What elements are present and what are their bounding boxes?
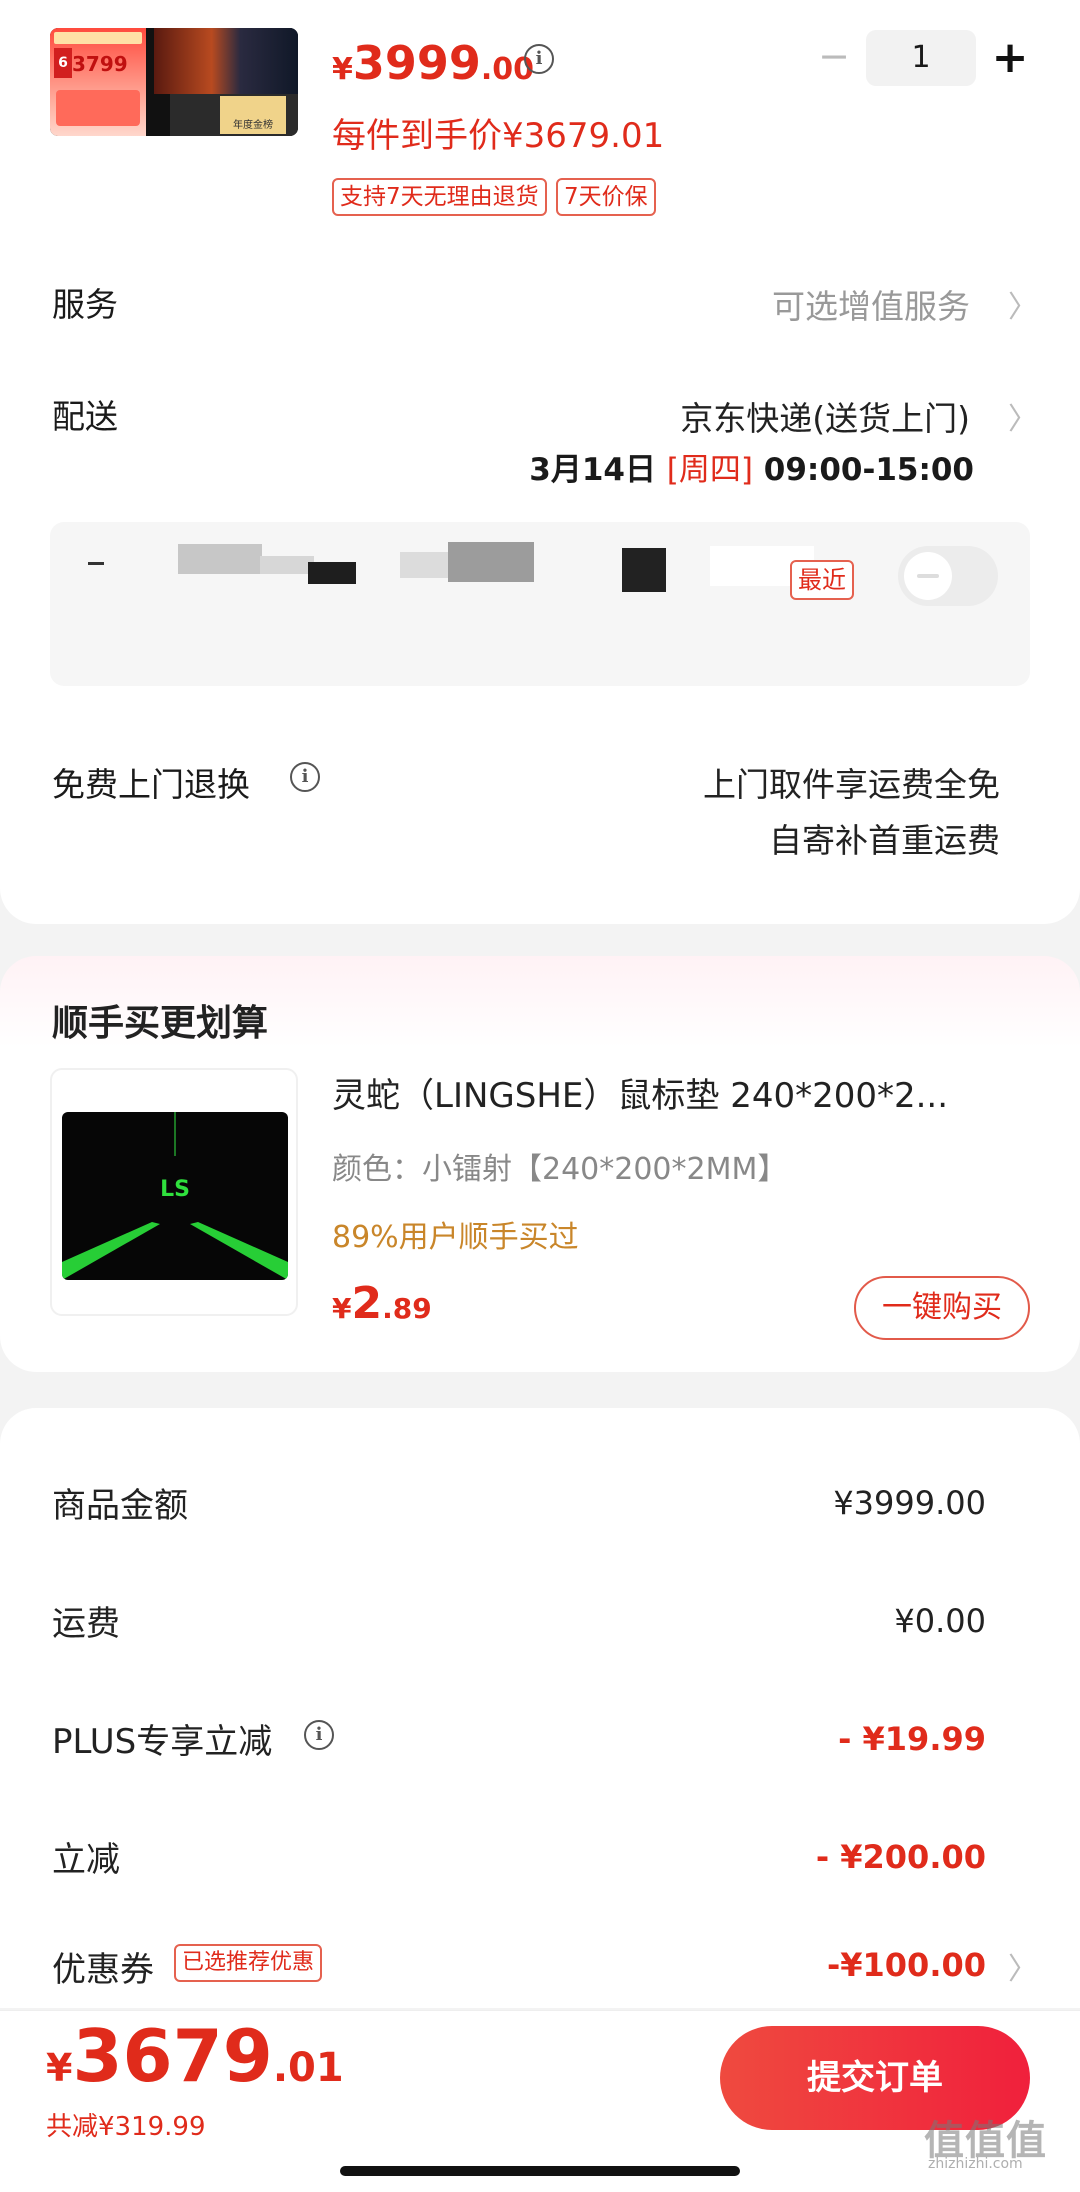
instant-discount-label: 立减 [52, 1840, 120, 1880]
shipping-fee-label: 运费 [52, 1604, 120, 1644]
delivery-schedule[interactable]: 3月14日 [周四] 09:00-15:00 [529, 444, 974, 489]
plus-discount-label: PLUS专享立减 [52, 1722, 273, 1762]
thumbnail-monitor-image [154, 28, 298, 94]
delivery-method[interactable]: 京东快递(送货上门) [680, 392, 970, 440]
addon-product-image[interactable]: LS [50, 1068, 298, 1316]
free-return-label: 免费上门退换 [52, 765, 250, 804]
address-toggle[interactable] [898, 546, 998, 606]
free-return-info-icon[interactable]: i [290, 762, 320, 792]
home-indicator[interactable] [340, 2166, 740, 2176]
addon-purchase-rate: 89%用户顺手买过 [332, 1220, 579, 1255]
total-savings: 共减¥319.99 [46, 2112, 206, 2142]
price-info-icon[interactable]: i [524, 44, 554, 74]
shipping-fee-value: ¥0.00 [894, 1602, 986, 1640]
coupon-chevron-right-icon[interactable]: 〉 [1008, 1944, 1038, 1988]
delivery-label: 配送 [52, 397, 118, 436]
quantity-plus-icon[interactable]: + [988, 30, 1032, 86]
addon-section-title: 顺手买更划算 [52, 1003, 269, 1044]
plus-discount-value: - ¥19.99 [838, 1720, 986, 1758]
coupon-selected-tag: 已选推荐优惠 [174, 1944, 323, 1982]
addon-product-name[interactable]: 灵蛇（LINGSHE）鼠标垫 240*200*2... [332, 1068, 1022, 1117]
plus-discount-info-icon[interactable]: i [304, 1720, 334, 1750]
coupon-label: 优惠券 [52, 1950, 154, 1990]
product-price: ¥3999.00 [332, 36, 535, 90]
mousepad-image: LS [62, 1112, 288, 1280]
total-payable: ¥3679.01 [46, 2014, 344, 2098]
instant-discount-value: - ¥200.00 [815, 1838, 986, 1876]
free-return-self-ship-text: 自寄补首重运费 [769, 821, 1000, 860]
thumbnail-award-tag: 年度金榜 [220, 96, 286, 134]
goods-amount-label: 商品金额 [52, 1486, 188, 1526]
watermark-subtext: zhizhizhi.com [928, 2156, 1023, 2172]
thumbnail-promo-price: 3799 [72, 52, 128, 76]
return-policy-badge: 支持7天无理由退货 [332, 178, 547, 216]
delivery-chevron-right-icon[interactable]: 〉 [1008, 394, 1038, 438]
quantity-minus-icon[interactable]: − [812, 34, 856, 78]
svg-text:LS: LS [160, 1177, 190, 1202]
goods-amount-value: ¥3999.00 [833, 1484, 986, 1522]
product-thumbnail[interactable]: 6 3799 年度金榜 [50, 28, 298, 136]
service-chevron-right-icon[interactable]: 〉 [1008, 282, 1038, 326]
addon-product-spec: 颜色：小镭射【240*200*2MM】 [332, 1152, 788, 1187]
service-value[interactable]: 可选增值服务 [772, 280, 970, 328]
free-return-pickup-text: 上门取件享运费全免 [703, 765, 1000, 804]
one-click-buy-button[interactable]: 一键购买 [854, 1276, 1030, 1340]
addon-price: ¥2.89 [332, 1278, 432, 1329]
delivery-time: 09:00-15:00 [763, 452, 974, 488]
per-item-final-price: 每件到手价¥3679.01 [332, 116, 665, 156]
delivery-date: 3月14日 [529, 452, 656, 488]
thumbnail-promo-panel: 6 3799 [50, 28, 146, 136]
quantity-input[interactable]: 1 [866, 30, 976, 86]
coupon-value[interactable]: -¥100.00 [827, 1946, 986, 1984]
recent-address-tag: 最近 [790, 560, 854, 600]
address-option-box[interactable] [50, 522, 1030, 686]
price-protection-badge: 7天价保 [556, 178, 656, 216]
delivery-weekday: [周四] [666, 452, 753, 488]
service-label: 服务 [52, 285, 118, 324]
